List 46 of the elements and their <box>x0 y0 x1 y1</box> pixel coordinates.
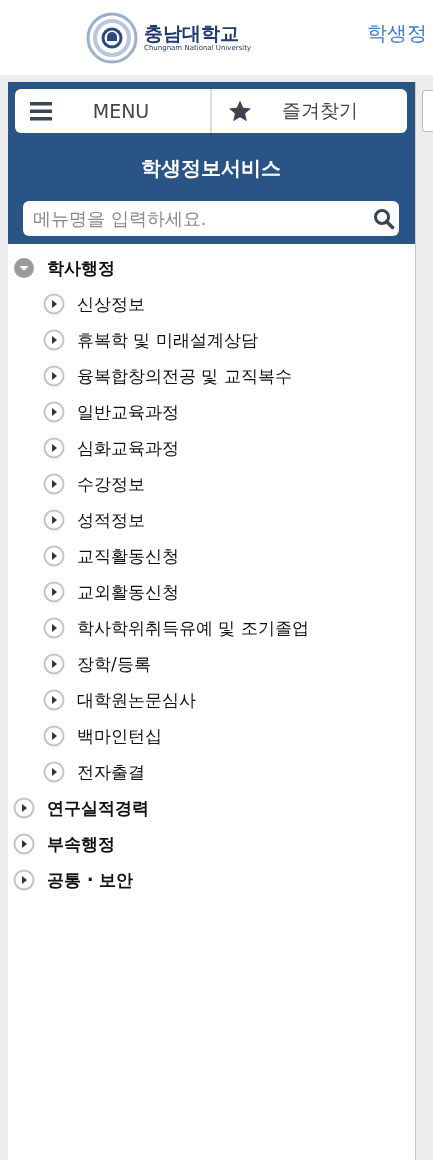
expand-icon[interactable] <box>13 833 35 855</box>
menu-icon <box>30 101 52 121</box>
sidebar-title: 학생정보서비스 <box>140 155 283 182</box>
menu-item[interactable]: 백마인턴십 <box>77 724 162 748</box>
menu-item[interactable]: 전자출결 <box>77 760 145 784</box>
collapse-icon[interactable] <box>13 257 35 279</box>
menu-item[interactable]: 일반교육과정 <box>77 400 179 424</box>
search-bar[interactable]: 메뉴명을 입력하세요. <box>23 201 400 236</box>
expand-icon[interactable] <box>43 725 65 747</box>
menu-item[interactable]: 신상정보 <box>77 292 145 316</box>
menu-item[interactable]: 교직활동신청 <box>77 544 179 568</box>
menu-item[interactable]: 장학/등록 <box>77 652 151 676</box>
search-icon[interactable] <box>373 207 396 230</box>
expand-icon[interactable] <box>43 365 65 387</box>
expand-icon[interactable] <box>13 797 35 819</box>
sidebar-tab[interactable]: 즐겨찾기 <box>212 89 408 133</box>
menu-item[interactable]: 융복합창의전공 및 교직복수 <box>77 364 292 388</box>
panel-edge <box>422 90 433 132</box>
expand-icon[interactable] <box>43 509 65 531</box>
expand-icon[interactable] <box>43 437 65 459</box>
menu-item[interactable]: 심화교육과정 <box>77 436 179 460</box>
menu-item[interactable]: 부속행정 <box>47 832 115 856</box>
menu-item[interactable]: 교외활동신청 <box>77 580 179 604</box>
expand-icon[interactable] <box>43 329 65 351</box>
menu-item[interactable]: 학사학위취득유예 및 조기졸업 <box>77 616 309 640</box>
expand-icon[interactable] <box>43 761 65 783</box>
menu-item[interactable]: 수강정보 <box>77 472 145 496</box>
page-title: 학생정 <box>367 20 427 47</box>
menu-item[interactable]: 학사행정 <box>47 256 115 280</box>
expand-icon[interactable] <box>43 689 65 711</box>
expand-icon[interactable] <box>43 581 65 603</box>
menu-item[interactable]: 휴복학 및 미래설계상담 <box>77 328 258 352</box>
expand-icon[interactable] <box>43 401 65 423</box>
expand-icon[interactable] <box>43 293 65 315</box>
expand-icon[interactable] <box>43 617 65 639</box>
expand-icon[interactable] <box>43 473 65 495</box>
menu-item[interactable]: 연구실적경력 <box>47 796 149 820</box>
university-seal-icon <box>86 11 138 64</box>
menu-item[interactable]: 공통 · 보안 <box>47 868 134 892</box>
expand-icon[interactable] <box>43 545 65 567</box>
expand-icon[interactable] <box>43 653 65 675</box>
expand-icon[interactable] <box>13 869 35 891</box>
menu-item[interactable]: 성적정보 <box>77 508 145 532</box>
menu-item[interactable]: 대학원논문심사 <box>77 688 196 712</box>
sidebar-tab[interactable]: MENU <box>15 89 213 133</box>
logo-name: 충남대학교 <box>144 23 239 44</box>
